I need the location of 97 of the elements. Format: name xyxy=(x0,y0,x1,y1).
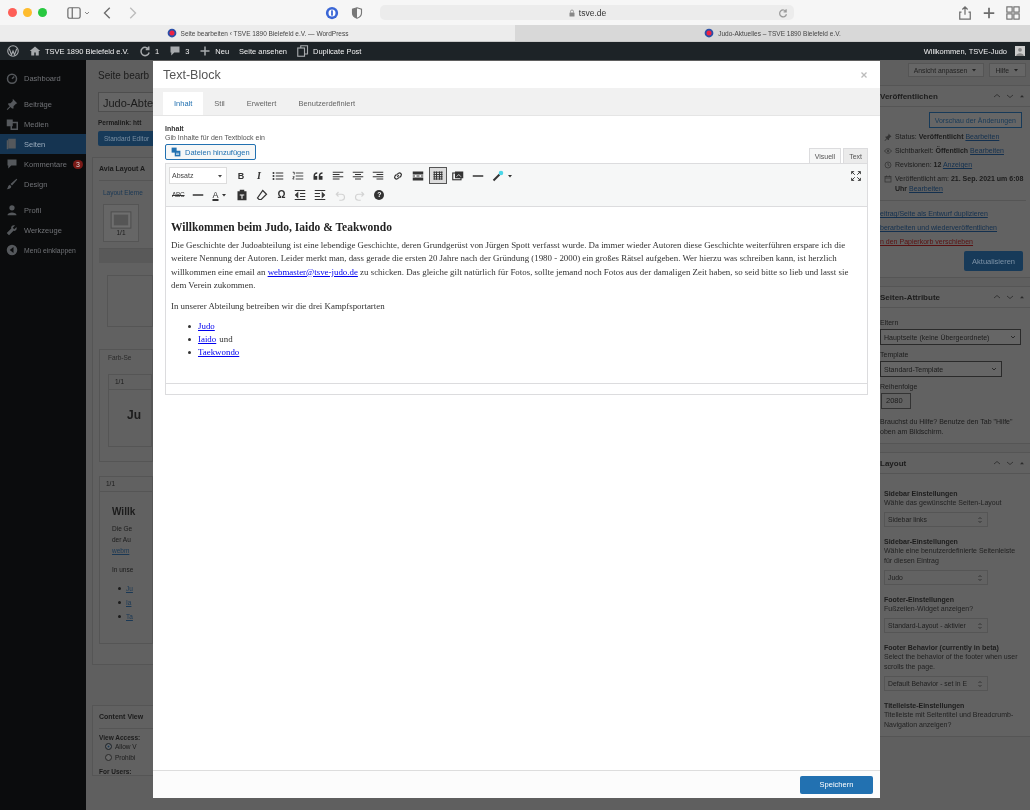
magic-wand-icon xyxy=(492,169,504,182)
content-paragraph: Die Geschichte der Judoabteilung ist eine lebendige Geschichte, deren Grundgerüst von Jürgen Spott verfasst wurde. Da immer wieder Autoren diese Geschichte weiterführen erspare ich die weitere Nennung der Autoren. Leider merkt man, dass gerade die ersten 20 Jahre nach der Gründung (1980 - 2000) ein großes Rätsel aufgeben. Wer hierzu was schreiben kann, ist herzlich willkommen eine email an webmaster@tsve-judo.de zu schicken. Das gleiche gilt natürlich für Fotos, sollte jemand noch Fotos aus der damaligen Zeit haben, so seid bitte so lieb und lasst sie dem Verein zukommen. xyxy=(171,239,850,293)
special-character-button[interactable]: Ω xyxy=(273,186,290,203)
move-down-icon xyxy=(1006,293,1014,301)
email-link[interactable]: webmaster@tsve-judo.de xyxy=(267,266,358,277)
list-link[interactable]: Iaido xyxy=(198,334,217,345)
eraser-icon xyxy=(256,188,269,201)
clipboard-icon xyxy=(236,188,249,201)
home-icon xyxy=(29,45,41,57)
caret-icon xyxy=(970,66,979,74)
align-left-icon xyxy=(332,169,344,182)
menu-icon xyxy=(6,72,18,84)
menu-icon xyxy=(6,138,18,150)
plus-icon xyxy=(982,5,996,20)
collapse-icon xyxy=(1019,294,1025,300)
comment-icon xyxy=(169,45,182,57)
address-bar[interactable]: tsve.de xyxy=(380,5,794,20)
close-icon xyxy=(860,70,868,79)
pin-icon xyxy=(884,133,892,141)
share-icon xyxy=(958,5,972,20)
content-heading: Willkommen beim Judo, Iaido & Teakwondo xyxy=(171,221,393,233)
updown-icon xyxy=(976,515,984,524)
collapse-icon xyxy=(6,244,18,256)
sidebar-icon xyxy=(67,5,81,20)
dialog-title: Text-Block xyxy=(163,67,221,82)
menu-icon xyxy=(6,98,18,110)
chevron-icon xyxy=(1009,333,1017,341)
align-center-icon xyxy=(352,169,364,182)
quote-icon xyxy=(312,169,324,182)
panel-title: Layout xyxy=(880,458,907,468)
preview-heading: Willk xyxy=(112,506,137,517)
outdent-icon xyxy=(294,188,307,201)
image-icon xyxy=(452,169,464,182)
reload-icon xyxy=(778,8,788,18)
shield-icon xyxy=(351,6,363,19)
updown-icon xyxy=(976,621,984,630)
clock-icon xyxy=(884,161,892,169)
bullet-icon xyxy=(188,325,191,329)
bullet-icon xyxy=(118,614,121,618)
avatar-icon xyxy=(1015,46,1025,56)
indent-icon xyxy=(314,188,327,201)
media-icon xyxy=(171,147,181,157)
italic-button[interactable]: I xyxy=(251,167,267,184)
column-icon xyxy=(110,210,132,229)
list-link[interactable]: Judo xyxy=(198,321,215,332)
plus-icon xyxy=(199,45,212,57)
bullet-icon xyxy=(188,338,191,342)
cell-heading: Ju xyxy=(126,407,142,424)
favicon-icon xyxy=(166,28,177,38)
grid-icon xyxy=(432,169,444,182)
password-manager-icon xyxy=(325,5,339,20)
favicon-icon xyxy=(704,28,715,38)
bullet-icon xyxy=(118,600,121,604)
title-field[interactable]: Judo-Abte xyxy=(98,92,155,112)
panel-title: Veröffentlichen xyxy=(880,91,938,101)
menu-icon xyxy=(6,178,18,190)
collapse-icon xyxy=(1019,93,1025,99)
bullet-icon xyxy=(188,351,191,355)
menu-icon xyxy=(6,224,18,236)
wordpress-logo-icon xyxy=(7,45,19,57)
eye-icon xyxy=(884,147,892,155)
duplicate-icon xyxy=(297,45,310,57)
collapse-icon xyxy=(1019,460,1025,466)
caret-icon xyxy=(1012,66,1020,74)
menu-icon xyxy=(6,118,18,130)
text-color-button[interactable]: A xyxy=(209,186,232,203)
fullscreen-icon xyxy=(851,170,861,181)
grid-icon xyxy=(1006,5,1020,20)
read-more-icon xyxy=(412,169,424,182)
url-text: tsve.de xyxy=(578,7,607,18)
lock-icon xyxy=(567,8,576,17)
updown-icon xyxy=(976,679,984,688)
move-down-icon xyxy=(1006,92,1014,100)
menu-icon xyxy=(6,158,18,170)
updown-icon xyxy=(976,573,984,582)
link-icon xyxy=(392,169,404,182)
list-link[interactable]: Taekwondo xyxy=(198,347,240,358)
calendar-icon xyxy=(884,175,892,183)
move-up-icon xyxy=(993,92,1001,100)
updates-icon xyxy=(138,45,151,57)
menu-icon xyxy=(6,204,18,216)
align-right-icon xyxy=(372,169,384,182)
move-up-icon xyxy=(993,293,1001,301)
page-title: Seite bearb xyxy=(98,70,151,83)
share-button[interactable] xyxy=(956,3,974,22)
bullet-list-icon xyxy=(272,169,284,182)
chevron-icon xyxy=(990,365,998,373)
list-text: und xyxy=(219,334,233,345)
bold-button[interactable]: B xyxy=(233,167,249,184)
bullet-icon xyxy=(118,586,121,590)
tab-overview-button[interactable] xyxy=(1004,3,1022,22)
move-up-icon xyxy=(993,459,1001,467)
numbered-list-icon xyxy=(292,169,304,182)
panel-title: Seiten-Attribute xyxy=(880,292,940,302)
toolbar-toggle-button[interactable] xyxy=(429,167,447,184)
move-down-icon xyxy=(1006,459,1014,467)
content-paragraph: In unserer Abteilung betreiben wir die drei Kampfsportarten xyxy=(171,299,386,313)
